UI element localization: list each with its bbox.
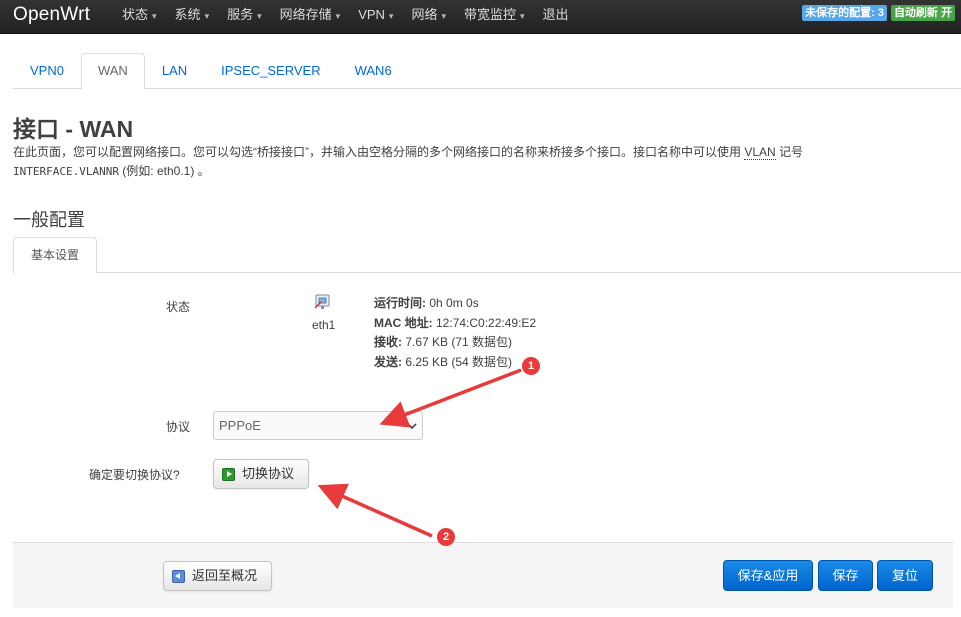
save-apply-button[interactable]: 保存&应用 [723, 560, 813, 591]
subtab-basic-settings[interactable]: 基本设置 [13, 237, 97, 274]
tab-wan[interactable]: WAN [80, 53, 145, 90]
mac-row: MAC 地址: 12:74:C0:22:49:E2 [374, 315, 537, 330]
menu-services[interactable]: 服务 ▾ [217, 0, 270, 34]
protocol-label: 协议 [166, 420, 191, 434]
chevron-down-icon: ▾ [388, 11, 394, 21]
menu-network[interactable]: 网络 ▾ [401, 0, 454, 34]
back-to-overview-button[interactable]: 返回至概况 [163, 561, 272, 591]
annotation-arrow-2 [317, 483, 433, 538]
navbar-badges: 未保存的配置: 3 自动刷新 开 [802, 5, 955, 21]
switch-protocol-button[interactable]: 切换协议 [213, 459, 309, 489]
auto-refresh-badge[interactable]: 自动刷新 开 [890, 5, 955, 21]
tab-wan6[interactable]: WAN6 [338, 53, 409, 89]
chevron-down-icon [407, 423, 417, 430]
section-subtabs: 基本设置 [13, 237, 961, 274]
page-title: 接口 - WAN [13, 116, 134, 142]
vlan-notation: INTERFACE.VLANNR [13, 165, 119, 178]
top-navbar: OpenWrt 状态 ▾ 系统 ▾ 服务 ▾ 网络存储 ▾ VPN ▾ 网络 ▾ 带宽监控 ▾… [0, 0, 961, 34]
section-title: 一般配置 [13, 210, 85, 230]
annotation-marker-2: 2 [437, 528, 455, 546]
menu-vpn[interactable]: VPN ▾ [348, 0, 401, 34]
menu-status[interactable]: 状态 ▾ [112, 0, 165, 34]
page-description: 在此页面，您可以配置网络接口。您可以勾选“桥接接口”，并输入由空格分隔的多个网络… [13, 145, 804, 178]
protocol-selected-value: PPPoE [219, 418, 261, 433]
tx-row: 发送: 6.25 KB (54 数据包) [374, 354, 513, 369]
switch-protocol-label: 确定要切换协议? [89, 468, 180, 482]
chevron-down-icon: ▾ [441, 11, 446, 21]
chevron-down-icon: ▾ [204, 11, 210, 21]
main-menu: 状态 ▾ 系统 ▾ 服务 ▾ 网络存储 ▾ VPN ▾ 网络 ▾ 带宽监控 ▾ 退出 [112, 0, 577, 34]
menu-system[interactable]: 系统 ▾ [165, 0, 218, 34]
rx-row: 接收: 7.67 KB (71 数据包) [374, 335, 513, 349]
ethernet-port-icon [314, 294, 330, 309]
status-info: 运行时间: 0h 0m 0s MAC 地址: 12:74:C0:22:49:E2… [374, 294, 536, 372]
device-name: eth1 [312, 318, 336, 332]
chevron-down-icon: ▾ [152, 11, 157, 21]
tab-lan[interactable]: LAN [145, 53, 204, 89]
unsaved-changes-badge[interactable]: 未保存的配置: 3 [802, 5, 887, 21]
menu-nas[interactable]: 网络存储 ▾ [270, 0, 349, 34]
back-arrow-icon [172, 570, 185, 583]
play-icon [222, 468, 235, 481]
chevron-down-icon: ▾ [520, 11, 525, 21]
menu-logout[interactable]: 退出 [533, 0, 577, 34]
chevron-down-icon: ▾ [335, 11, 341, 21]
tab-ipsec-server[interactable]: IPSEC_SERVER [204, 53, 337, 89]
tab-vpn0[interactable]: VPN0 [13, 53, 81, 89]
chevron-down-icon: ▾ [257, 11, 262, 21]
status-label: 状态 [166, 300, 191, 314]
annotation-marker-1: 1 [522, 357, 540, 375]
reset-button[interactable]: 复位 [877, 560, 933, 591]
vlan-example: eth0.1 [156, 164, 191, 178]
protocol-select[interactable]: PPPoE [213, 411, 423, 440]
menu-bandwidth[interactable]: 带宽监控 ▾ [454, 0, 533, 34]
interface-tabs: VPN0 WAN LAN IPSEC_SERVER WAN6 [13, 53, 961, 90]
brand-logo[interactable]: OpenWrt [13, 4, 90, 26]
uptime-row: 运行时间: 0h 0m 0s [374, 296, 479, 310]
save-button[interactable]: 保存 [818, 560, 873, 591]
vlan-abbr: VLAN [744, 145, 776, 160]
